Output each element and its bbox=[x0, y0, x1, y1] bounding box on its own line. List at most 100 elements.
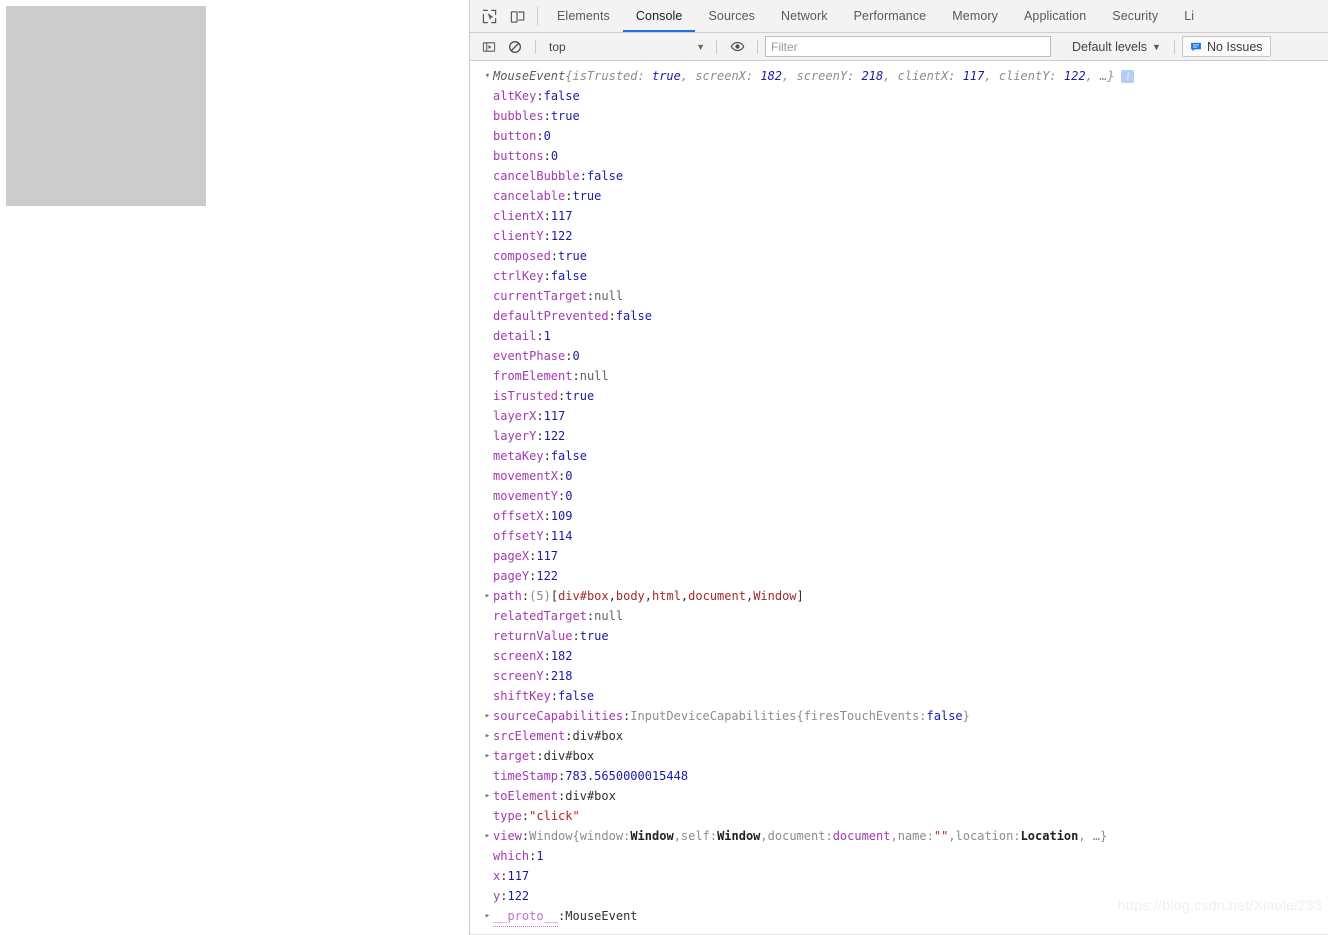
expand-arrow-icon[interactable]: ▸ bbox=[482, 826, 493, 846]
property-colon: : bbox=[572, 369, 580, 383]
toolbar-separator-3 bbox=[757, 39, 758, 54]
clear-console-glyph bbox=[509, 40, 521, 53]
property-row: movementX: 0 bbox=[470, 466, 1328, 486]
property-value: 0 bbox=[565, 469, 573, 483]
property-value: true bbox=[565, 389, 595, 403]
property-row[interactable]: ▸ target: div#box bbox=[470, 746, 1328, 766]
property-value: 1 bbox=[543, 329, 551, 343]
device-toolbar-icon[interactable] bbox=[503, 0, 531, 32]
property-colon: : bbox=[536, 129, 544, 143]
property-colon: : bbox=[529, 569, 537, 583]
value-class-name: InputDeviceCapabilities bbox=[630, 709, 797, 723]
inspect-element-icon[interactable] bbox=[475, 0, 503, 32]
object-property-list: altKey: false bubbles: true button: 0 butto… bbox=[470, 86, 1328, 927]
path-item: body bbox=[615, 589, 645, 603]
comma: , bbox=[673, 829, 681, 843]
property-name: __proto__ bbox=[493, 906, 559, 927]
live-expression-eye-icon[interactable] bbox=[724, 34, 750, 60]
console-sidebar-icon[interactable] bbox=[476, 34, 502, 60]
property-name: clientY bbox=[493, 229, 544, 243]
property-row[interactable]: ▸ path: (5) [div#box, body, html, documen… bbox=[470, 586, 1328, 606]
expand-arrow-icon[interactable]: ▾ bbox=[482, 66, 493, 86]
preview-value: Window bbox=[717, 829, 761, 843]
property-row: altKey: false bbox=[470, 86, 1328, 106]
demo-box-div[interactable] bbox=[6, 6, 206, 206]
property-row[interactable]: ▸ view: Window {window: Window, self: Win… bbox=[470, 826, 1328, 846]
expand-arrow-icon[interactable]: ▸ bbox=[482, 906, 493, 926]
log-levels-label: Default levels bbox=[1072, 39, 1148, 54]
property-value: div#box bbox=[572, 729, 624, 743]
preview-key: window bbox=[579, 829, 624, 843]
property-value: false bbox=[558, 689, 595, 703]
property-row: clientX: 117 bbox=[470, 206, 1328, 226]
info-badge-icon[interactable]: i bbox=[1121, 69, 1135, 83]
property-row: timeStamp: 783.5650000015448 bbox=[470, 766, 1328, 786]
preview-value: Window bbox=[630, 829, 674, 843]
comma: , bbox=[608, 589, 616, 603]
property-name: fromElement bbox=[493, 369, 573, 383]
property-row: pageY: 122 bbox=[470, 566, 1328, 586]
tab-performance[interactable]: Performance bbox=[841, 0, 940, 32]
expand-arrow-icon[interactable]: ▸ bbox=[482, 726, 493, 746]
log-entry-header[interactable]: ▾ MouseEvent {isTrusted: true, screenX: … bbox=[470, 66, 1328, 86]
tab-application[interactable]: Application bbox=[1011, 0, 1099, 32]
property-value: 1 bbox=[536, 849, 544, 863]
chevron-down-icon: ▼ bbox=[696, 41, 705, 52]
console-filter-input[interactable] bbox=[765, 36, 1051, 57]
property-colon: : bbox=[543, 669, 551, 683]
console-output-area[interactable]: ▾ MouseEvent {isTrusted: true, screenX: … bbox=[470, 61, 1328, 935]
property-row[interactable]: ▸ srcElement: div#box bbox=[470, 726, 1328, 746]
tab-console[interactable]: Console bbox=[622, 0, 696, 32]
property-name: screenX bbox=[493, 649, 544, 663]
property-colon: : bbox=[521, 809, 530, 823]
tab-elements[interactable]: Elements bbox=[544, 0, 623, 32]
property-name: defaultPrevented bbox=[493, 309, 609, 323]
log-levels-select[interactable]: Default levels ▼ bbox=[1066, 40, 1167, 54]
preview-key: location bbox=[955, 829, 1014, 843]
expand-arrow-icon[interactable]: ▸ bbox=[482, 586, 493, 606]
expand-arrow-icon[interactable]: ▸ bbox=[482, 786, 493, 806]
property-row[interactable]: ▸ toElement: div#box bbox=[470, 786, 1328, 806]
property-row: layerX: 117 bbox=[470, 406, 1328, 426]
preview-key: name bbox=[897, 829, 927, 843]
property-name: isTrusted bbox=[493, 389, 559, 403]
property-row: movementY: 0 bbox=[470, 486, 1328, 506]
tab-security[interactable]: Security bbox=[1099, 0, 1171, 32]
clear-console-icon[interactable] bbox=[502, 34, 528, 60]
property-row: screenY: 218 bbox=[470, 666, 1328, 686]
property-colon: : bbox=[550, 689, 559, 703]
preview-key: self bbox=[680, 829, 710, 843]
property-row: which: 1 bbox=[470, 846, 1328, 866]
issues-status-badge[interactable]: No Issues bbox=[1181, 36, 1271, 57]
property-value: 0 bbox=[572, 349, 580, 363]
tab-network[interactable]: Network bbox=[768, 0, 841, 32]
property-value: "click" bbox=[529, 809, 580, 823]
property-row: shiftKey: false bbox=[470, 686, 1328, 706]
property-colon: : bbox=[565, 189, 573, 203]
expand-arrow-icon[interactable]: ▸ bbox=[482, 746, 493, 766]
expand-arrow-icon[interactable]: ▸ bbox=[482, 706, 493, 726]
property-colon: : bbox=[558, 909, 566, 923]
property-colon: : bbox=[543, 529, 551, 543]
toolbar-separator-2 bbox=[716, 39, 717, 54]
property-colon: : bbox=[572, 629, 580, 643]
property-name: toElement bbox=[493, 789, 559, 803]
tabbar-separator bbox=[537, 7, 538, 25]
comma: , bbox=[948, 829, 956, 843]
execution-context-select[interactable]: top ▼ bbox=[543, 37, 709, 56]
property-colon: : bbox=[529, 549, 537, 563]
tab-lighthouse[interactable]: Li bbox=[1171, 0, 1207, 32]
tab-memory[interactable]: Memory bbox=[939, 0, 1011, 32]
property-name: offsetX bbox=[493, 509, 544, 523]
property-name: buttons bbox=[493, 149, 544, 163]
path-item: document bbox=[688, 589, 746, 603]
property-row: defaultPrevented: false bbox=[470, 306, 1328, 326]
property-row: eventPhase: 0 bbox=[470, 346, 1328, 366]
brace-open: { bbox=[796, 709, 804, 723]
property-name: screenY bbox=[493, 669, 544, 683]
property-value: false bbox=[615, 309, 652, 323]
property-colon: : bbox=[543, 269, 551, 283]
tab-sources[interactable]: Sources bbox=[695, 0, 768, 32]
property-row[interactable]: ▸ __proto__: MouseEvent bbox=[470, 906, 1328, 927]
property-row[interactable]: ▸ sourceCapabilities: InputDeviceCapabili… bbox=[470, 706, 1328, 726]
